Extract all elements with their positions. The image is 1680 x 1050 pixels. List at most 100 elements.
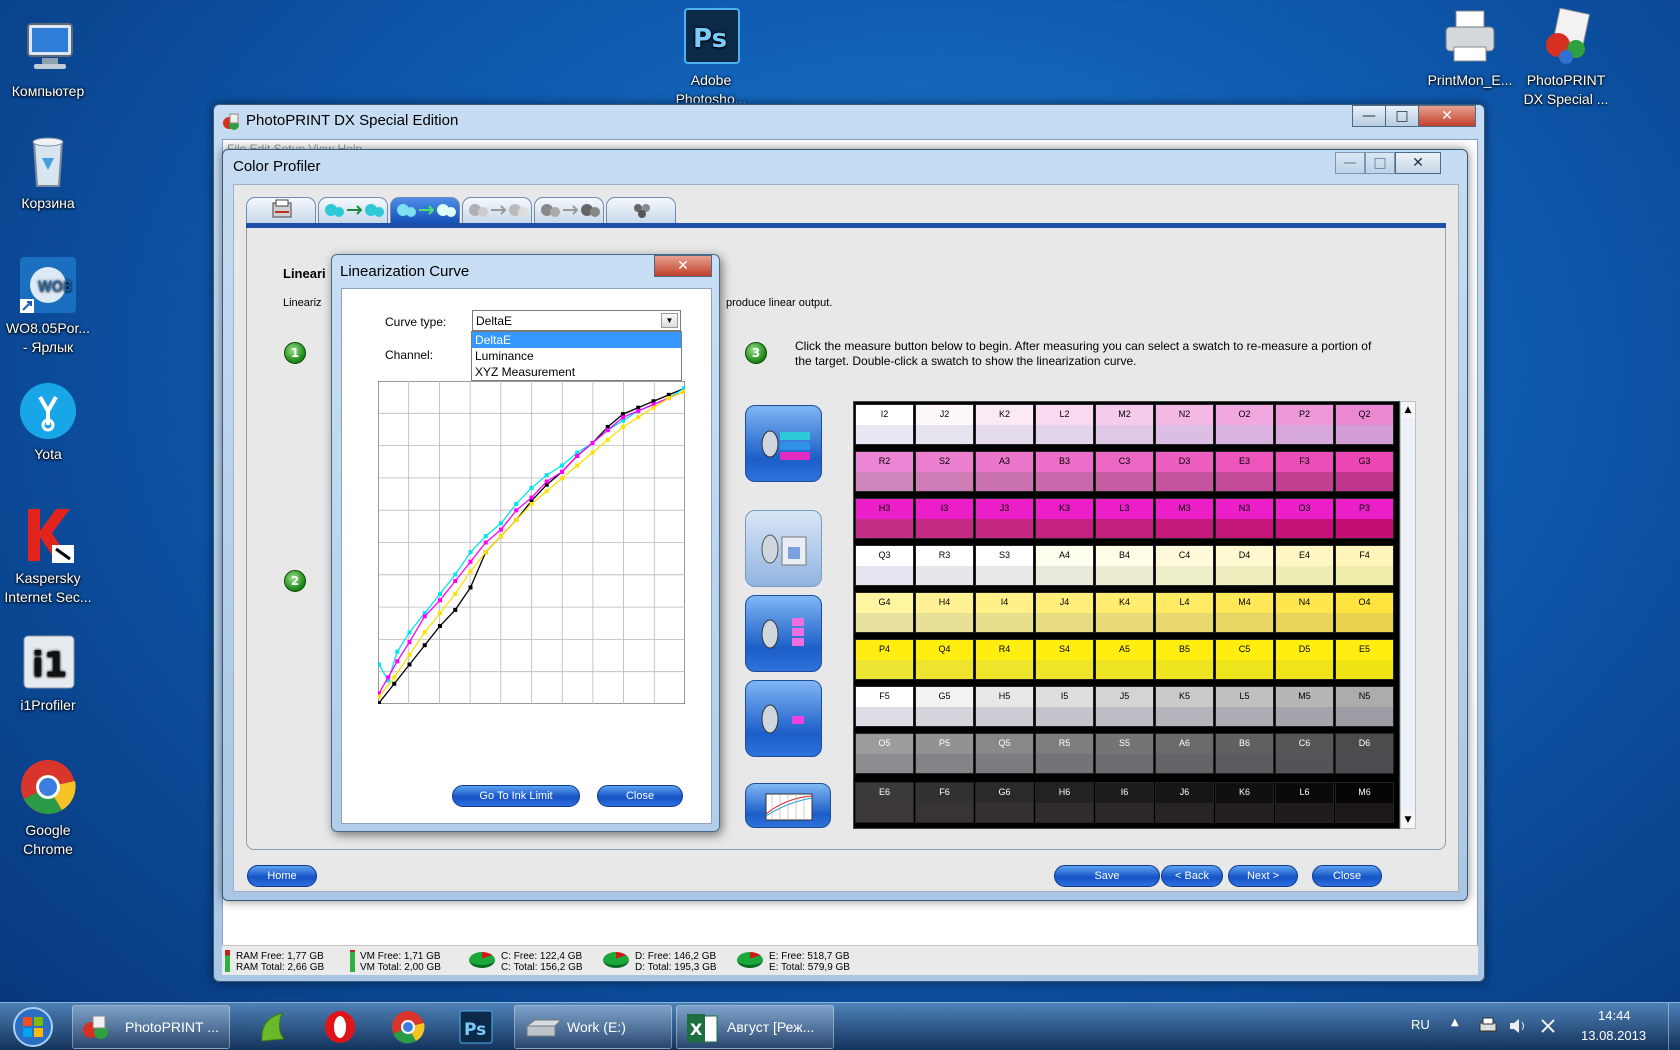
swatch-cell[interactable]: L6 (1275, 782, 1334, 823)
taskbar-photoshop[interactable]: Ps (444, 1005, 508, 1049)
swatch-cell[interactable]: Q2 (1335, 404, 1394, 445)
swatch-fill[interactable] (916, 519, 973, 538)
swatch-cell[interactable]: G4 (855, 592, 914, 633)
swatch-fill[interactable] (1216, 519, 1273, 538)
swatch-cell[interactable]: O2 (1215, 404, 1274, 445)
swatch-fill[interactable] (976, 660, 1033, 679)
desktop-icon-yota[interactable]: Yota (2, 381, 94, 464)
swatch-cell[interactable]: L3 (1095, 498, 1154, 539)
swatch-fill[interactable] (1036, 660, 1093, 679)
swatch-fill[interactable] (1216, 707, 1273, 726)
swatch-fill[interactable] (1276, 425, 1333, 444)
swatch-cell[interactable]: H3 (855, 498, 914, 539)
swatch-fill[interactable] (1216, 660, 1273, 679)
swatch-cell[interactable]: K5 (1155, 686, 1214, 727)
swatch-cell[interactable]: F4 (1335, 545, 1394, 586)
swatch-fill[interactable] (1156, 660, 1213, 679)
measure-button[interactable] (745, 405, 822, 482)
swatch-cell[interactable]: N3 (1215, 498, 1274, 539)
swatch-cell[interactable]: S2 (915, 451, 974, 492)
swatch-fill[interactable] (856, 425, 913, 444)
start-button[interactable] (8, 1005, 58, 1049)
swatch-fill[interactable] (1276, 707, 1333, 726)
swatch-fill[interactable] (976, 519, 1033, 538)
desktop-icon-photoprint[interactable]: PhotoPRINT DX Special ... (1520, 7, 1612, 109)
desktop-icon-recycle-bin[interactable]: Корзина (2, 130, 94, 213)
tab-linearization[interactable] (390, 197, 460, 223)
swatch-fill[interactable] (1156, 472, 1213, 491)
swatch-grid[interactable]: I2 J2 K2 L2 M2 N2 O2 P2 Q2 R2 S2 A3 B3 C3 D3 E3 F3 G3 H3 I3… (853, 401, 1400, 829)
swatch-cell[interactable]: S3 (975, 545, 1034, 586)
swatch-cell[interactable]: K3 (1035, 498, 1094, 539)
swatch-scrollbar[interactable]: ▲ ▼ (1400, 401, 1416, 829)
swatch-fill[interactable] (1216, 566, 1273, 585)
show-curve-button[interactable] (745, 783, 831, 828)
swatch-cell[interactable]: I6 (1095, 782, 1154, 823)
swatch-cell[interactable]: R5 (1035, 733, 1094, 774)
swatch-cell[interactable]: M4 (1215, 592, 1274, 633)
swatch-fill[interactable] (1336, 707, 1393, 726)
profiler-minimize-button[interactable]: — (1335, 152, 1365, 174)
back-button[interactable]: < Back (1161, 865, 1223, 887)
swatch-cell[interactable]: I5 (1035, 686, 1094, 727)
dialog-close-button[interactable]: Close (597, 785, 683, 807)
swatch-cell[interactable]: S4 (1035, 639, 1094, 680)
swatch-cell[interactable]: B3 (1035, 451, 1094, 492)
swatch-cell[interactable]: H6 (1035, 782, 1094, 823)
measure-target-button[interactable] (745, 510, 822, 587)
swatch-fill[interactable] (916, 707, 973, 726)
swatch-cell[interactable]: R3 (915, 545, 974, 586)
curve-type-select[interactable]: DeltaE ▼ (472, 310, 681, 331)
swatch-cell[interactable]: R4 (975, 639, 1034, 680)
go-to-ink-limit-button[interactable]: Go To Ink Limit (452, 785, 580, 807)
swatch-fill[interactable] (916, 754, 973, 773)
swatch-cell[interactable]: L5 (1215, 686, 1274, 727)
swatch-fill[interactable] (1216, 472, 1273, 491)
desktop-icon-wo8[interactable]: WO8 WO8.05Por... - Ярлык (2, 255, 94, 357)
swatch-fill[interactable] (1336, 519, 1393, 538)
swatch-fill[interactable] (976, 472, 1033, 491)
swatch-cell[interactable]: C3 (1095, 451, 1154, 492)
swatch-cell[interactable]: O3 (1275, 498, 1334, 539)
swatch-cell[interactable]: C5 (1215, 639, 1274, 680)
swatch-fill[interactable] (976, 707, 1033, 726)
swatch-cell[interactable]: M6 (1335, 782, 1394, 823)
swatch-cell[interactable]: C6 (1275, 733, 1334, 774)
scroll-down-icon[interactable]: ▼ (1401, 812, 1415, 828)
swatch-fill[interactable] (916, 566, 973, 585)
swatch-fill[interactable] (1336, 660, 1393, 679)
swatch-fill[interactable] (916, 660, 973, 679)
chevron-down-icon[interactable]: ▼ (661, 313, 678, 328)
swatch-fill[interactable] (1216, 754, 1273, 773)
swatch-fill[interactable] (1036, 613, 1093, 632)
swatch-fill[interactable] (1036, 707, 1093, 726)
swatch-cell[interactable]: J4 (1035, 592, 1094, 633)
desktop-icon-kaspersky[interactable]: Kaspersky Internet Sec... (2, 505, 94, 607)
tab-gray-balance[interactable] (462, 197, 532, 223)
swatch-cell[interactable]: A3 (975, 451, 1034, 492)
swatch-fill[interactable] (1096, 472, 1153, 491)
clock-date[interactable]: 13.08.2013 (1581, 1028, 1646, 1043)
swatch-fill[interactable] (1336, 754, 1393, 773)
swatch-fill[interactable] (1276, 754, 1333, 773)
swatch-cell[interactable]: K6 (1215, 782, 1274, 823)
swatch-cell[interactable]: F5 (855, 686, 914, 727)
swatch-cell[interactable]: I3 (915, 498, 974, 539)
swatch-cell[interactable]: L4 (1155, 592, 1214, 633)
swatch-cell[interactable]: O4 (1335, 592, 1394, 633)
swatch-fill[interactable] (1036, 519, 1093, 538)
swatch-fill[interactable] (1156, 803, 1213, 822)
show-hidden-icons-icon[interactable]: ▲ (1451, 1017, 1459, 1028)
swatch-fill[interactable] (916, 472, 973, 491)
swatch-fill[interactable] (1096, 707, 1153, 726)
swatch-fill[interactable] (1096, 519, 1153, 538)
swatch-fill[interactable] (1276, 566, 1333, 585)
swatch-fill[interactable] (1156, 519, 1213, 538)
swatch-fill[interactable] (1276, 472, 1333, 491)
swatch-fill[interactable] (1336, 803, 1393, 822)
show-desktop-button[interactable] (1668, 1003, 1680, 1050)
close-window-button[interactable]: ✕ (1418, 105, 1476, 127)
swatch-cell[interactable]: G3 (1335, 451, 1394, 492)
swatch-cell[interactable]: B6 (1215, 733, 1274, 774)
swatch-fill[interactable] (1276, 803, 1333, 822)
